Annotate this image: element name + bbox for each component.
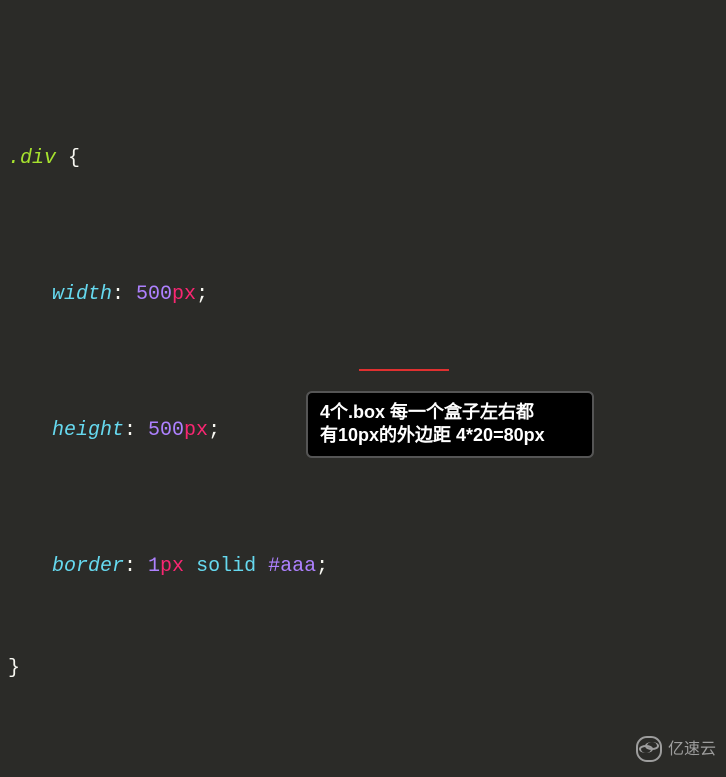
callout-line: 有10px的外边距 4*20=80px: [320, 424, 580, 447]
watermark-text: 亿速云: [668, 736, 716, 763]
css-selector: .div: [8, 147, 56, 170]
annotation-callout: 4个.box 每一个盒子左右都 有10px的外边距 4*20=80px: [306, 391, 594, 458]
code-line: .div {: [8, 142, 718, 176]
cloud-icon: [636, 736, 662, 762]
annotation-underline: [359, 369, 449, 371]
watermark: 亿速云: [636, 736, 716, 763]
callout-line: 4个.box 每一个盒子左右都: [320, 401, 580, 424]
code-editor: .div { width: 500px; height: 500px; bord…: [0, 0, 726, 777]
